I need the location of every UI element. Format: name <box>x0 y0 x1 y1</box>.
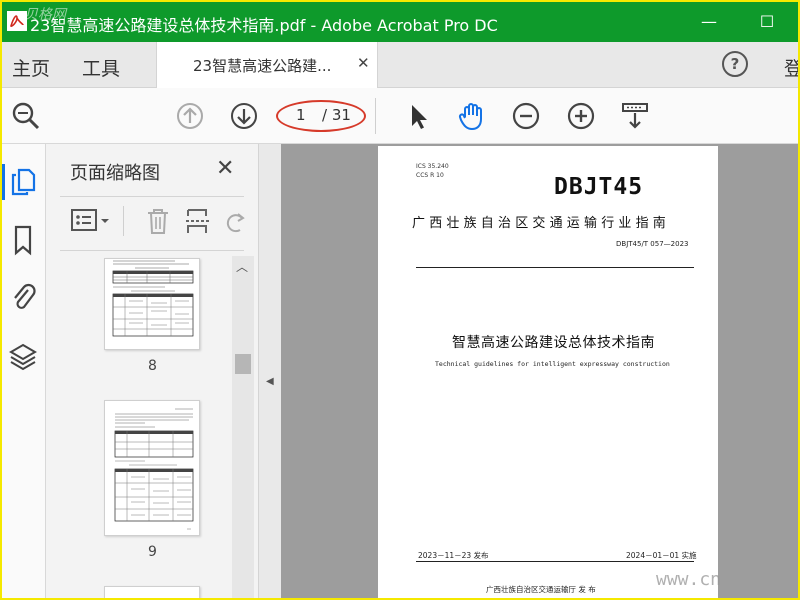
close-tab-button[interactable]: ✕ <box>357 54 370 72</box>
current-page-input[interactable]: 1 <box>296 106 306 124</box>
toolbar: 1 / 31 <box>2 88 798 144</box>
hand-tool-icon[interactable] <box>456 100 488 132</box>
header-rule <box>416 267 694 268</box>
thumbnail-content <box>112 260 194 337</box>
attachments-icon[interactable] <box>8 280 38 312</box>
implement-date: 2024－01－01 实施 <box>626 551 697 560</box>
thumbnail-page-label: 8 <box>148 358 157 374</box>
standard-mark: DBJT45 <box>554 174 644 200</box>
minimize-button[interactable]: — <box>694 8 724 36</box>
thumbnail-options-icon[interactable] <box>70 206 114 236</box>
thumbnail-scrollbar[interactable] <box>232 256 254 598</box>
issuer: 广西壮族自治区交通运输厅 发 布 <box>486 585 596 594</box>
toolbar-divider <box>375 98 376 134</box>
panel-divider <box>60 250 244 251</box>
page-thumbnails-icon[interactable] <box>8 166 38 198</box>
thumbnail-content <box>114 408 194 530</box>
page-thumbnail-9[interactable] <box>104 400 200 536</box>
document-title-en: Technical guidelines for intelligent exp… <box>435 360 670 368</box>
thumbnail-page-label: 9 <box>148 544 157 560</box>
highlight-ellipse <box>276 100 366 132</box>
zoom-out-icon[interactable] <box>510 100 542 132</box>
page-number-field[interactable]: 1 / 31 <box>276 100 366 132</box>
sign-in-button[interactable]: 登 <box>784 54 798 81</box>
acrobat-window: 贝格网 23智慧高速公路建设总体技术指南.pdf - Adobe Acrobat… <box>2 2 798 598</box>
page-thumbnail-next[interactable] <box>104 586 200 598</box>
panel-tool-divider <box>123 206 124 236</box>
document-tab-label: 23智慧高速公路建... <box>193 57 332 75</box>
tab-tools[interactable]: 工具 <box>82 54 120 81</box>
panel-divider <box>60 196 244 197</box>
scroll-mode-icon[interactable] <box>619 100 651 132</box>
collapse-arrow-icon: ◀ <box>266 376 274 387</box>
tab-home[interactable]: 主页 <box>12 54 50 81</box>
document-title-cn: 智慧高速公路建设总体技术指南 <box>452 335 655 351</box>
thumbnails-panel-title: 页面缩略图 <box>70 163 160 184</box>
window-title: 23智慧高速公路建设总体技术指南.pdf - Adobe Acrobat Pro… <box>30 16 498 35</box>
page-thumbnail-8[interactable] <box>104 258 200 350</box>
close-panel-button[interactable]: ✕ <box>216 156 234 181</box>
layers-icon[interactable] <box>8 340 38 372</box>
prev-page-icon[interactable] <box>174 100 206 132</box>
next-page-icon[interactable] <box>228 100 260 132</box>
thumbnails-panel: 页面缩略图 ✕ 8 9 ︿ <box>46 144 259 598</box>
standard-number: DBJT45/T 057—2023 <box>616 240 689 248</box>
document-view[interactable]: ICS 35.240 CCS R 10 DBJT45 广西壮族自治区交通运输行业… <box>281 144 798 598</box>
maximize-button[interactable]: ☐ <box>752 8 782 36</box>
total-pages: / 31 <box>322 106 351 124</box>
bookmarks-icon[interactable] <box>8 224 38 256</box>
active-indicator <box>2 164 5 200</box>
tab-document[interactable]: 23智慧高速公路建... ✕ <box>156 42 378 88</box>
pdf-page: ICS 35.240 CCS R 10 DBJT45 广西壮族自治区交通运输行业… <box>378 146 718 598</box>
title-bar: 贝格网 23智慧高速公路建设总体技术指南.pdf - Adobe Acrobat… <box>2 2 798 42</box>
ccs-code: CCS R 10 <box>416 172 444 179</box>
publish-date: 2023－11－23 发布 <box>418 551 489 560</box>
select-cursor-icon[interactable] <box>402 100 434 132</box>
help-button[interactable]: ? <box>722 51 748 77</box>
footer-rule <box>416 561 694 562</box>
rotate-page-icon[interactable] <box>224 206 246 236</box>
panel-collapse-handle[interactable]: ◀ <box>259 144 281 598</box>
navigation-rail <box>2 144 46 598</box>
document-organization: 广西壮族自治区交通运输行业指南 <box>412 216 671 231</box>
insert-page-icon[interactable] <box>184 206 212 236</box>
ics-code: ICS 35.240 <box>416 163 449 170</box>
classification-codes: ICS 35.240 CCS R 10 <box>416 162 449 180</box>
site-watermark: www.cn <box>656 569 722 590</box>
search-icon[interactable] <box>10 100 42 132</box>
tab-bar: 主页 工具 23智慧高速公路建... ✕ ? 登 <box>2 42 798 88</box>
scroll-up-arrow[interactable]: ︿ <box>236 258 248 275</box>
delete-page-icon[interactable] <box>144 206 172 236</box>
zoom-in-icon[interactable] <box>565 100 597 132</box>
scrollbar-thumb[interactable] <box>235 354 251 374</box>
